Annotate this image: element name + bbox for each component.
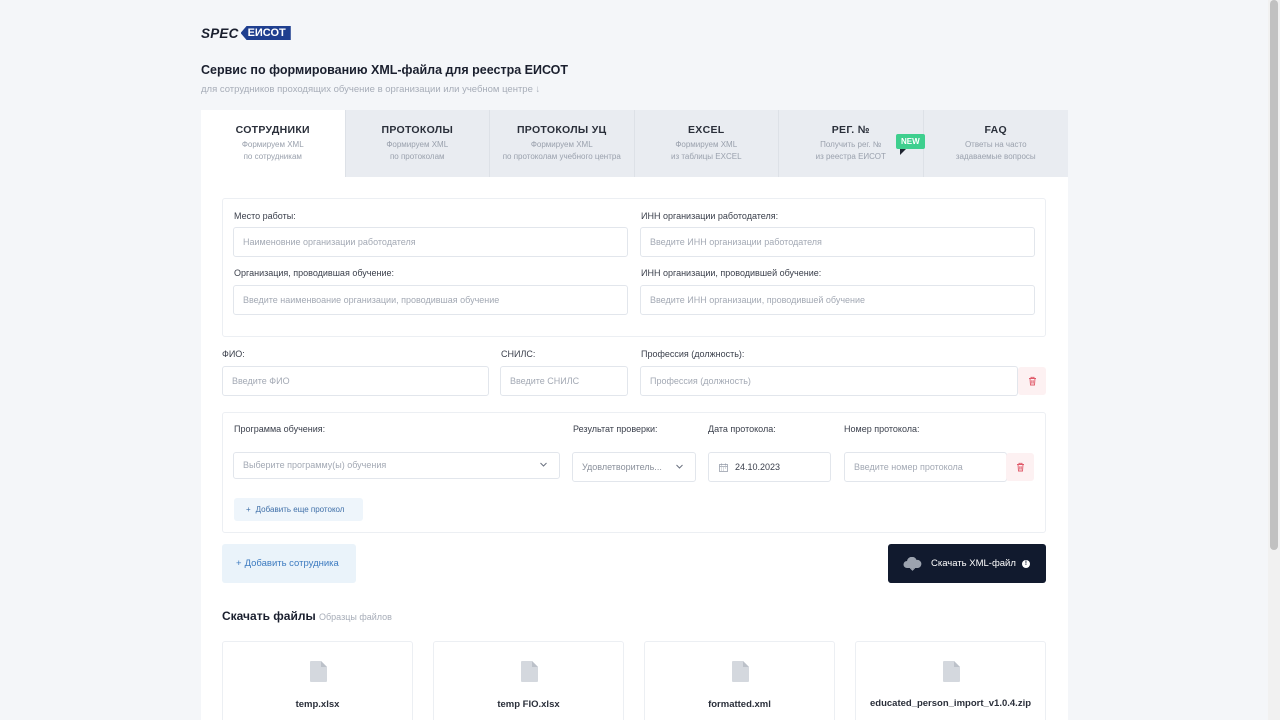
trash-icon <box>1028 376 1036 386</box>
chevron-down-icon <box>540 462 547 467</box>
add-employee-label: Добавить сотрудника <box>244 558 339 569</box>
file-name: educated_person_import_v1.0.4.zip <box>869 698 1032 709</box>
trainer-org-label: Организация, проводившая обучение: <box>234 268 394 278</box>
tab-title: ПРОТОКОЛЫ УЦ <box>516 124 607 136</box>
new-badge: NEW <box>896 134 925 155</box>
delete-protocol-button[interactable] <box>1006 453 1034 481</box>
tab-excel[interactable]: EXCEL Формируем XML из таблицы EXCEL <box>635 110 779 177</box>
tab-description: Формируем XML по сотрудникам <box>241 140 304 161</box>
add-employee-button[interactable]: + Добавить сотрудника <box>222 544 356 583</box>
file-card[interactable]: temp.xlsx <box>222 641 413 720</box>
logo-eisot-text: ЕИСОТ <box>240 26 291 40</box>
date-label: Дата протокола: <box>708 424 776 434</box>
trash-icon <box>1016 462 1024 472</box>
file-name: temp FIO.xlsx <box>497 699 560 710</box>
file-icon <box>521 661 538 682</box>
page-title: Сервис по формированию XML-файла для рее… <box>201 63 569 77</box>
fio-label: ФИО: <box>222 349 245 359</box>
tab-title: FAQ <box>984 124 1007 136</box>
tab-title: ПРОТОКОЛЫ <box>381 124 454 136</box>
files-section-subtitle: Образцы файлов <box>319 612 392 622</box>
file-icon <box>943 661 960 682</box>
delete-employee-button[interactable] <box>1018 367 1046 395</box>
tab-description: Формируем XML по протоколам <box>386 140 449 161</box>
cloud-download-icon <box>903 556 922 571</box>
protocol-number-label: Номер протокола: <box>844 424 920 434</box>
page-scrollbar[interactable] <box>1268 0 1280 720</box>
info-icon[interactable]: ! <box>1021 559 1030 568</box>
calendar-icon <box>719 463 728 472</box>
workplace-label: Место работы: <box>234 211 296 221</box>
tab-faq[interactable]: FAQ Ответы на часто задаваемые вопросы <box>924 110 1069 177</box>
snils-label: СНИЛС: <box>501 349 536 359</box>
tab-title: СОТРУДНИКИ <box>235 124 310 136</box>
plus-icon: + <box>246 505 251 514</box>
file-card[interactable]: formatted.xml <box>644 641 835 720</box>
file-name: temp.xlsx <box>295 699 340 710</box>
logo[interactable]: SPEC ЕИСОТ <box>201 25 291 41</box>
date-value: 24.10.2023 <box>735 462 781 472</box>
profession-label: Профессия (должность): <box>641 349 745 359</box>
fio-input[interactable]: Введите ФИО <box>222 366 489 396</box>
trainer-inn-label: ИНН организации, проводившей обучение: <box>641 268 822 278</box>
file-icon <box>310 661 327 682</box>
result-label: Результат проверки: <box>573 424 658 434</box>
file-card[interactable]: educated_person_import_v1.0.4.zip <box>855 641 1046 720</box>
tab-protocols-uc[interactable]: ПРОТОКОЛЫ УЦ Формируем XML по протоколам… <box>490 110 635 177</box>
tab-description: Формируем XML по протоколам учебного цен… <box>502 140 621 161</box>
snils-input[interactable]: Введите СНИЛС <box>500 366 628 396</box>
employer-inn-input[interactable]: Введите ИНН организации работодателя <box>640 227 1035 257</box>
plus-icon: + <box>236 558 242 569</box>
add-protocol-label: Добавить еще протокол <box>255 505 345 514</box>
tab-bar: СОТРУДНИКИ Формируем XML по сотрудникам … <box>201 110 1068 177</box>
files-section-title: Скачать файлы <box>222 609 316 623</box>
tab-title: EXCEL <box>687 124 725 136</box>
logo-spec-text: SPEC <box>201 25 239 41</box>
file-icon <box>732 661 749 682</box>
program-select[interactable]: Выберите программу(ы) обучения <box>233 452 560 479</box>
download-xml-button[interactable]: Скачать XML-файл ! <box>888 544 1046 583</box>
employer-inn-label: ИНН организации работодателя: <box>641 211 779 221</box>
profession-input[interactable]: Профессия (должность) <box>640 366 1018 396</box>
workplace-input[interactable]: Наименовние организации работодателя <box>233 227 628 257</box>
add-protocol-button[interactable]: + Добавить еще протокол <box>234 498 363 521</box>
trainer-org-input[interactable]: Введите наименвоание организации, провод… <box>233 285 628 315</box>
page-subtitle: для сотрудников проходящих обучение в ор… <box>201 84 541 95</box>
chevron-down-icon <box>676 464 683 469</box>
file-name: formatted.xml <box>708 699 771 710</box>
tab-employees[interactable]: СОТРУДНИКИ Формируем XML по сотрудникам <box>201 110 346 177</box>
tab-description: Формируем XML из таблицы EXCEL <box>670 140 742 161</box>
file-card[interactable]: temp FIO.xlsx <box>433 641 624 720</box>
protocol-number-input[interactable]: Введите номер протокола <box>844 452 1007 482</box>
trainer-inn-input[interactable]: Введите ИНН организации, проводившей обу… <box>640 285 1035 315</box>
program-label: Программа обучения: <box>234 424 326 434</box>
tab-protocols[interactable]: ПРОТОКОЛЫ Формируем XML по протоколам <box>346 110 490 177</box>
employees-form-panel: Место работы: Наименовние организации ра… <box>201 177 1068 720</box>
tab-description: Ответы на часто задаваемые вопросы <box>955 140 1036 161</box>
tab-reg-number[interactable]: РЕГ. № Получить рег. № из реестра ЕИСОТ … <box>779 110 925 177</box>
download-xml-label: Скачать XML-файл <box>931 558 1016 569</box>
scrollbar-thumb[interactable] <box>1270 0 1278 550</box>
